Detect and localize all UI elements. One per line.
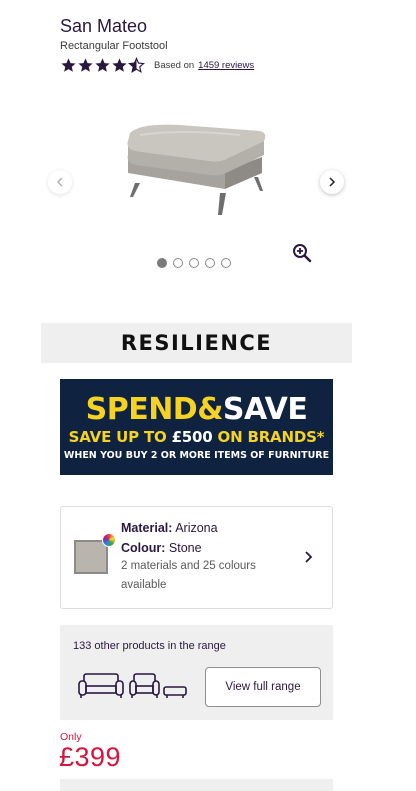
reviews-link[interactable]: 1459 reviews xyxy=(198,60,254,71)
star-rating xyxy=(60,57,145,74)
chevron-right-icon xyxy=(329,177,336,187)
star-half-icon xyxy=(128,57,145,73)
star-full-icon xyxy=(61,58,76,72)
promo-banner[interactable]: SPEND&SAVE SAVE UP TO £500 ON BRANDS* WH… xyxy=(60,379,333,475)
sofa-range-icon xyxy=(78,673,187,698)
star-full-icon xyxy=(78,58,93,72)
options-count: 2 materials and 25 colours xyxy=(121,560,256,572)
pagination-dot[interactable] xyxy=(221,258,231,268)
material-selector[interactable]: Material: Arizona Colour: Stone 2 materi… xyxy=(60,506,333,609)
range-count: 133 other products in the range xyxy=(73,640,226,652)
colour-swatch xyxy=(74,540,108,574)
promo-subheadline: SAVE UP TO £500 ON BRANDS* xyxy=(68,427,325,446)
brand-logo: RESILIENCE xyxy=(120,331,273,355)
colour-line: Colour: Stone xyxy=(121,541,202,555)
product-image[interactable] xyxy=(120,115,270,227)
pagination-dot[interactable] xyxy=(205,258,215,268)
gallery-next-button[interactable] xyxy=(320,170,344,194)
brand-banner[interactable]: RESILIENCE xyxy=(41,323,352,363)
gallery-pagination xyxy=(157,258,237,268)
star-full-icon xyxy=(112,58,127,72)
rating-prefix: Based on xyxy=(154,60,195,71)
gallery-prev-button[interactable] xyxy=(48,170,72,194)
pagination-dot[interactable] xyxy=(173,258,183,268)
chevron-left-icon xyxy=(56,177,63,187)
product-title: San Mateo xyxy=(60,16,148,36)
next-section-box xyxy=(60,779,333,791)
price-value: £399 xyxy=(59,742,122,772)
material-line: Material: Arizona xyxy=(121,521,218,535)
promo-condition: WHEN YOU BUY 2 OR MORE ITEMS OF FURNITUR… xyxy=(63,449,330,461)
star-full-icon xyxy=(95,58,110,72)
pagination-dot[interactable] xyxy=(157,258,167,268)
colour-wheel-icon xyxy=(102,533,116,547)
view-full-range-button[interactable]: View full range xyxy=(205,667,321,707)
chevron-right-icon xyxy=(305,551,313,563)
product-subtitle: Rectangular Footstool xyxy=(60,40,168,52)
zoom-in-icon[interactable] xyxy=(292,243,312,263)
options-count-cont: available xyxy=(121,579,167,591)
rating-row: Based on 1459 reviews xyxy=(60,57,254,74)
promo-headline: SPEND&SAVE xyxy=(85,391,308,427)
pagination-dot[interactable] xyxy=(189,258,199,268)
range-card: 133 other products in the range View ful… xyxy=(60,625,333,720)
